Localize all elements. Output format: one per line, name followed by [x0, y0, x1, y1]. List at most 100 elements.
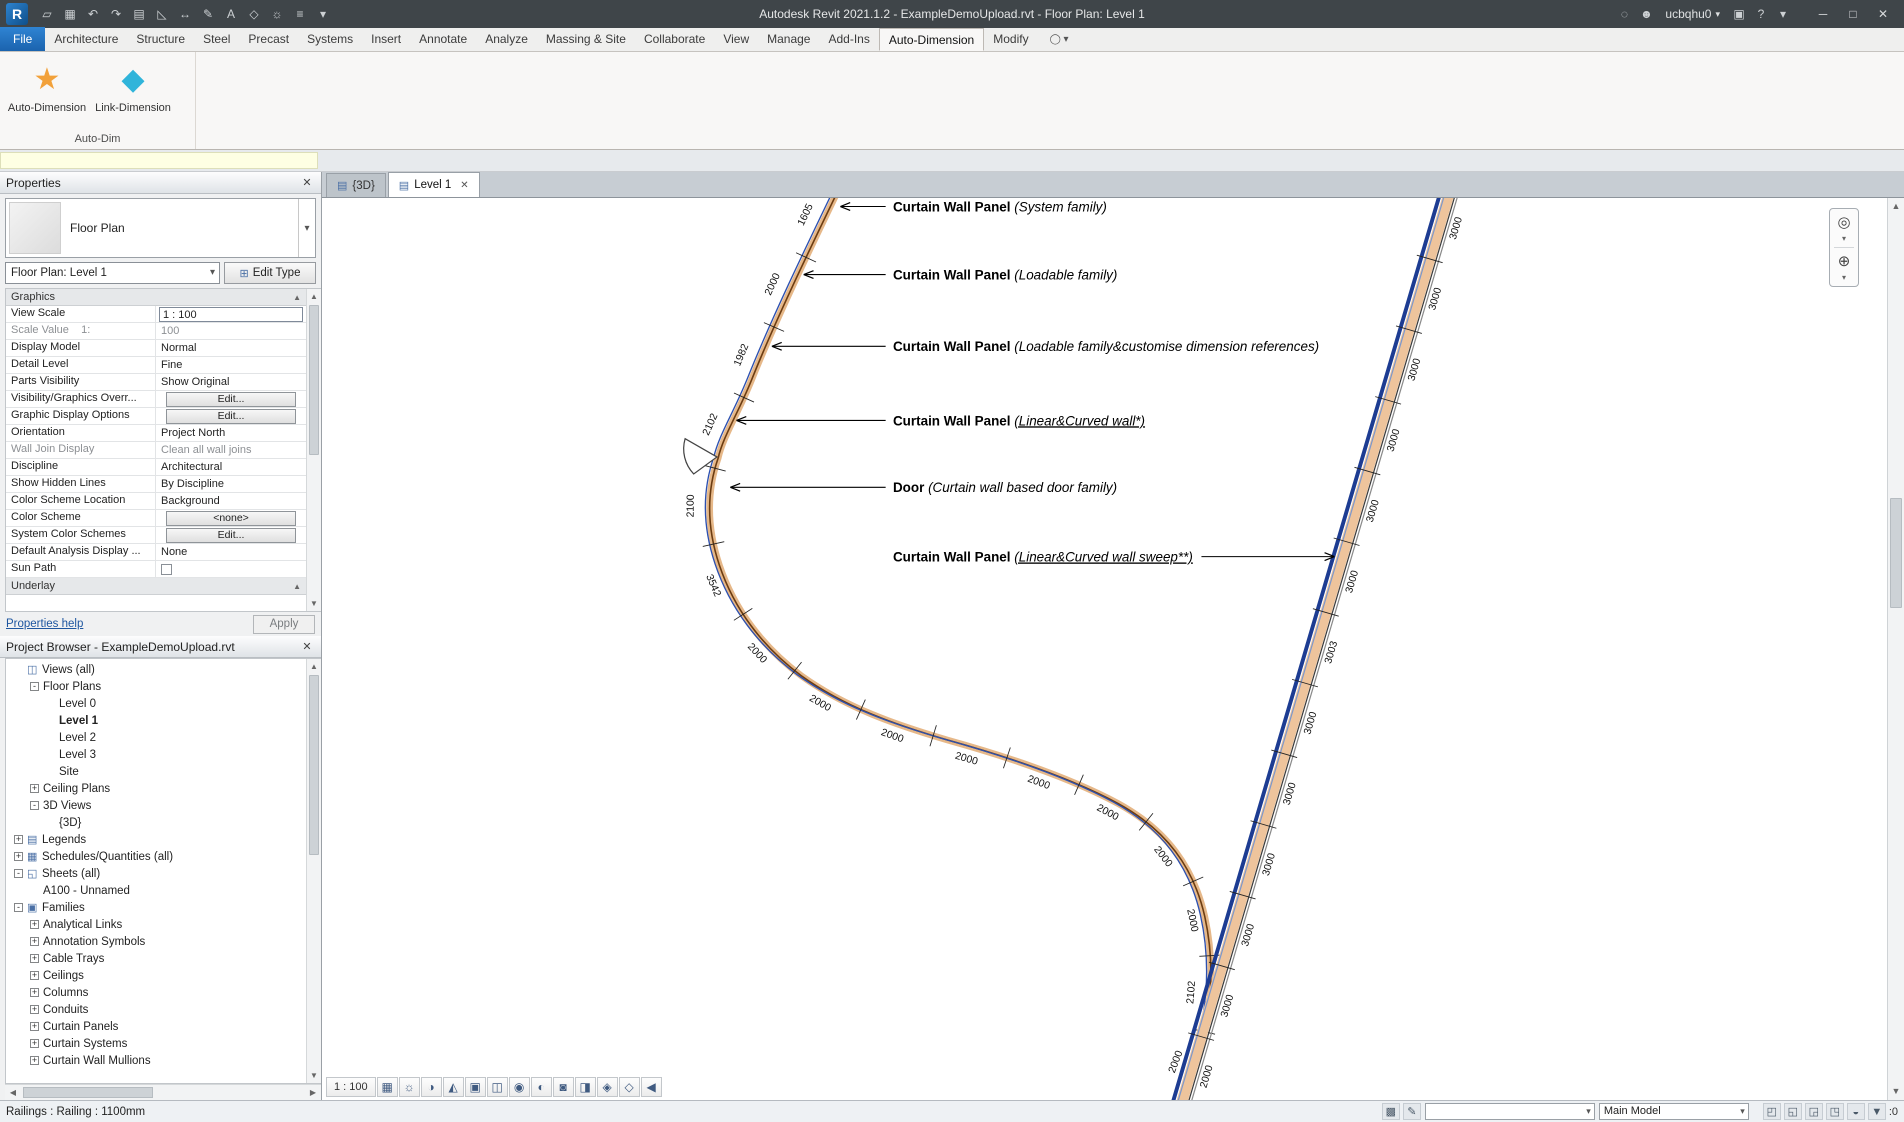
ribbon-tab-massing-site[interactable]: Massing & Site — [537, 28, 635, 51]
ribbon-tab-structure[interactable]: Structure — [127, 28, 194, 51]
expand-plus-icon[interactable]: + — [30, 1022, 39, 1031]
browser-item-level-1[interactable]: Level 1 — [6, 712, 306, 729]
browser-item-a100-unnamed[interactable]: A100 - Unnamed — [6, 882, 306, 899]
browser-item-curtain-systems[interactable]: + Curtain Systems — [6, 1035, 306, 1052]
crop-view-icon[interactable]: ▣ — [464, 1077, 486, 1097]
default-3d-view-icon[interactable]: ◇ — [243, 3, 265, 25]
scroll-left-icon[interactable]: ◀ — [5, 1085, 21, 1101]
tool-link-dimension[interactable]: ◆ Link-Dimension — [92, 55, 174, 129]
properties-scrollbar[interactable]: ▲ ▼ — [306, 289, 321, 611]
ribbon-tab-file[interactable]: File — [0, 27, 46, 51]
filter-icon[interactable]: ▼ — [1867, 1103, 1886, 1120]
ribbon-tab-annotate[interactable]: Annotate — [410, 28, 476, 51]
expand-plus-icon[interactable]: + — [30, 1039, 39, 1048]
show-crop-region-icon[interactable]: ◫ — [486, 1077, 508, 1097]
property-button-graphic-display-options[interactable]: Edit... — [166, 408, 296, 424]
view-tab-3d[interactable]: ▤ {3D} — [326, 173, 386, 197]
view-scale-button[interactable]: 1 : 100 — [326, 1077, 376, 1097]
steering-wheel-icon[interactable]: ◎ — [1832, 211, 1856, 235]
property-button-color-scheme[interactable]: <none> — [166, 510, 296, 526]
browser-item-level-3[interactable]: Level 3 — [6, 746, 306, 763]
scroll-down-icon[interactable]: ▼ — [1888, 1083, 1904, 1100]
help-dropdown-icon[interactable]: ▾ — [1772, 3, 1794, 25]
ribbon-tab-view[interactable]: View — [714, 28, 758, 51]
close-properties-icon[interactable]: ✕ — [299, 176, 315, 189]
ribbon-tab-add-ins[interactable]: Add-Ins — [819, 28, 878, 51]
visual-style-icon[interactable]: ▦ — [376, 1077, 398, 1097]
browser-item-legends[interactable]: + ▤ Legends — [6, 831, 306, 848]
browser-item-3d-views[interactable]: -3D Views — [6, 797, 306, 814]
save-icon[interactable]: ▦ — [59, 3, 81, 25]
worksets-icon[interactable]: ▩ — [1381, 1103, 1400, 1120]
aligned-dimension-icon[interactable]: ↔ — [174, 3, 196, 25]
browser-item-schedules-quantities-all[interactable]: + ▦ Schedules/Quantities (all) — [6, 848, 306, 865]
worksets-selector[interactable] — [1424, 1103, 1595, 1120]
displacement-icon[interactable]: ◇ — [618, 1077, 640, 1097]
properties-help-link[interactable]: Properties help — [6, 618, 83, 630]
design-options-selector[interactable]: Main Model — [1598, 1103, 1749, 1120]
expand-plus-icon[interactable]: + — [30, 937, 39, 946]
browser-item-level-0[interactable]: Level 0 — [6, 695, 306, 712]
scroll-up-icon[interactable]: ▲ — [307, 659, 321, 674]
browser-item-curtain-wall-mullions[interactable]: + Curtain Wall Mullions — [6, 1052, 306, 1069]
scroll-down-icon[interactable]: ▼ — [307, 1068, 321, 1083]
browser-item-level-2[interactable]: Level 2 — [6, 729, 306, 746]
apply-button[interactable]: Apply — [253, 614, 315, 634]
ribbon-tab-collaborate[interactable]: Collaborate — [635, 28, 714, 51]
customize-qat-icon[interactable]: ▾ — [312, 3, 334, 25]
scroll-right-icon[interactable]: ▶ — [305, 1085, 321, 1101]
browser-item-site[interactable]: Site — [6, 763, 306, 780]
expand-plus-icon[interactable]: + — [30, 954, 39, 963]
section-graphics[interactable]: Graphics ▲ — [6, 289, 306, 306]
ribbon-tab-precast[interactable]: Precast — [239, 28, 298, 51]
close-button[interactable]: ✕ — [1868, 2, 1898, 26]
tool-auto-dimension[interactable]: ★ Auto-Dimension — [6, 55, 88, 129]
ribbon-tab-manage[interactable]: Manage — [758, 28, 819, 51]
edit-type-button[interactable]: ⊞ Edit Type — [224, 262, 316, 284]
temporary-view-properties-icon[interactable]: ◨ — [574, 1077, 596, 1097]
sun-path-icon[interactable]: ☼ — [398, 1077, 420, 1097]
text-icon[interactable]: A — [220, 3, 242, 25]
property-checkbox-sun-path[interactable] — [161, 563, 172, 575]
reveal-hidden-elements-icon[interactable]: ◙ — [552, 1077, 574, 1097]
temporary-hide-isolate-icon[interactable]: ◐ — [530, 1077, 552, 1097]
collapse-minus-icon[interactable]: - — [30, 682, 39, 691]
type-selector[interactable]: Floor Plan ▾ — [5, 198, 316, 258]
select-pinned-icon[interactable]: ◲ — [1804, 1103, 1823, 1120]
scroll-down-icon[interactable]: ▼ — [307, 596, 321, 611]
instance-selector[interactable]: Floor Plan: Level 1 — [5, 262, 220, 284]
ribbon-tab-auto-dimension[interactable]: Auto-Dimension — [878, 28, 985, 51]
help-icon[interactable]: ? — [1750, 3, 1772, 25]
thin-lines-icon[interactable]: ≡ — [289, 3, 311, 25]
ribbon-tab-analyze[interactable]: Analyze — [476, 28, 537, 51]
print-icon[interactable]: ▤ — [128, 3, 150, 25]
browser-item-views-all[interactable]: ◫ Views (all) — [6, 661, 306, 678]
scrollbar-thumb[interactable] — [23, 1087, 153, 1098]
measure-icon[interactable]: ◺ — [151, 3, 173, 25]
redo-icon[interactable]: ↷ — [105, 3, 127, 25]
view-tab-level-1[interactable]: ▤ Level 1 ✕ — [387, 172, 480, 197]
unlocked-view-icon[interactable]: ◉ — [508, 1077, 530, 1097]
search-help-icon[interactable]: ◌ — [1613, 3, 1635, 25]
collapse-viewbar-icon[interactable]: ◀ — [640, 1077, 662, 1097]
ribbon-tab-architecture[interactable]: Architecture — [45, 28, 127, 51]
browser-item-floor-plans[interactable]: - Floor Plans — [6, 678, 306, 695]
revit-application-menu[interactable]: R — [6, 3, 28, 25]
show-analytical-model-icon[interactable]: ◈ — [596, 1077, 618, 1097]
expand-plus-icon[interactable]: + — [30, 1005, 39, 1014]
tag-icon[interactable]: ✎ — [197, 3, 219, 25]
ribbon-tab-modify[interactable]: Modify — [984, 28, 1037, 51]
close-project-browser-icon[interactable]: ✕ — [299, 640, 315, 653]
undo-icon[interactable]: ↶ — [82, 3, 104, 25]
expand-plus-icon[interactable]: + — [30, 1056, 39, 1065]
section-underlay[interactable]: Underlay ▲ — [6, 578, 306, 595]
collapse-minus-icon[interactable]: - — [30, 801, 39, 810]
browser-item-3d[interactable]: {3D} — [6, 814, 306, 831]
browser-item-columns[interactable]: + Columns — [6, 984, 306, 1001]
expand-plus-icon[interactable]: + — [30, 971, 39, 980]
property-button-visibility-graphics-overr[interactable]: Edit... — [166, 391, 296, 407]
chevron-down-icon[interactable]: ▾ — [1842, 235, 1846, 245]
floor-plan-drawing[interactable]: 1605200019822102210035422000200020002000… — [322, 198, 1887, 1100]
collapse-minus-icon[interactable]: - — [14, 903, 23, 912]
chevron-down-icon[interactable]: ▾ — [1842, 274, 1846, 284]
